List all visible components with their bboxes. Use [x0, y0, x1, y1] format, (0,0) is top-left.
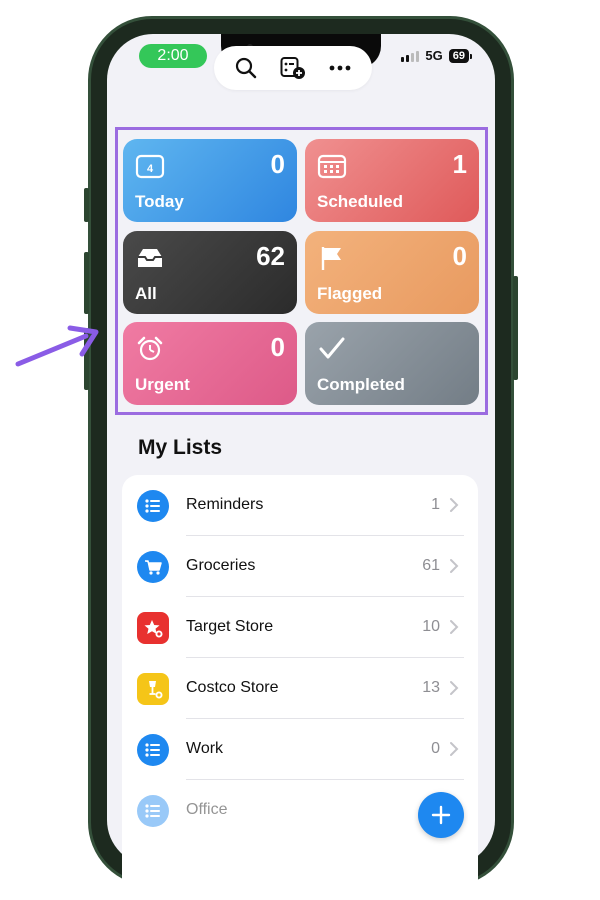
tile-count: 0 — [270, 149, 285, 179]
tile-all[interactable]: 62 All — [123, 231, 297, 314]
chevron-right-icon — [450, 559, 459, 573]
signal-icon — [401, 50, 420, 62]
tile-today[interactable]: 4 0 Today — [123, 139, 297, 222]
more-button[interactable] — [322, 50, 358, 86]
chevron-right-icon — [450, 498, 459, 512]
add-reminder-button[interactable] — [418, 792, 464, 838]
tile-count: 0 — [270, 332, 285, 362]
calendar-today-icon: 4 — [135, 154, 165, 179]
list-name: Office — [186, 801, 228, 818]
tile-count: 1 — [452, 149, 467, 179]
list-count: 10 — [422, 618, 440, 635]
list-item-target-store[interactable]: Target Store 10 — [122, 597, 478, 658]
power-button — [513, 276, 518, 380]
flag-icon — [321, 247, 341, 270]
tile-label: Today — [135, 192, 184, 211]
my-lists-title: My Lists — [138, 436, 223, 459]
tile-label: Urgent — [135, 375, 190, 394]
tile-scheduled[interactable]: 1 Scheduled — [305, 139, 479, 222]
annotation-arrow-icon — [15, 325, 99, 367]
list-icon — [137, 734, 169, 766]
chevron-right-icon — [450, 620, 459, 634]
chevron-right-icon — [450, 742, 459, 756]
list-count: 1 — [431, 496, 440, 513]
tile-urgent[interactable]: 0 Urgent — [123, 322, 297, 405]
tag-icon — [137, 673, 169, 705]
star-icon — [137, 612, 169, 644]
list-name: Costco Store — [186, 679, 279, 696]
add-list-icon — [280, 57, 305, 79]
tile-label: Completed — [317, 375, 405, 394]
cart-icon — [137, 551, 169, 583]
tile-label: Scheduled — [317, 192, 403, 211]
list-icon — [137, 795, 169, 827]
list-count: 13 — [422, 679, 440, 696]
search-icon — [235, 57, 256, 79]
list-name: Groceries — [186, 557, 256, 574]
list-item-reminders[interactable]: Reminders 1 — [122, 475, 478, 536]
tile-label: All — [135, 284, 157, 303]
tile-completed[interactable]: Completed — [305, 322, 479, 405]
checkmark-icon — [319, 337, 345, 359]
status-time: 2:00 — [139, 44, 207, 68]
today-date: 4 — [147, 163, 154, 175]
tile-count: 0 — [452, 241, 467, 271]
alarm-icon — [137, 336, 163, 361]
add-list-button[interactable] — [275, 50, 311, 86]
list-icon — [137, 490, 169, 522]
tile-count: 62 — [256, 241, 285, 271]
list-name: Reminders — [186, 496, 264, 513]
mute-switch — [84, 188, 89, 222]
volume-up-button — [84, 252, 89, 314]
status-indicators: 5G 69 — [401, 48, 473, 63]
more-icon — [329, 65, 351, 71]
list-name: Work — [186, 740, 224, 757]
top-toolbar — [214, 46, 372, 90]
network-type: 5G — [425, 48, 443, 63]
tile-label: Flagged — [317, 284, 383, 303]
chevron-right-icon — [450, 681, 459, 695]
list-name: Target Store — [186, 618, 274, 635]
list-count: 61 — [422, 557, 440, 574]
list-count: 0 — [431, 740, 440, 757]
plus-icon — [431, 805, 451, 825]
calendar-icon — [317, 154, 347, 179]
battery-icon: 69 — [448, 48, 473, 63]
list-item-work[interactable]: Work 0 — [122, 719, 478, 780]
list-item-costco-store[interactable]: Costco Store 13 — [122, 658, 478, 719]
search-button[interactable] — [228, 50, 264, 86]
tile-flagged[interactable]: 0 Flagged — [305, 231, 479, 314]
list-item-groceries[interactable]: Groceries 61 — [122, 536, 478, 597]
tray-icon — [138, 249, 162, 267]
